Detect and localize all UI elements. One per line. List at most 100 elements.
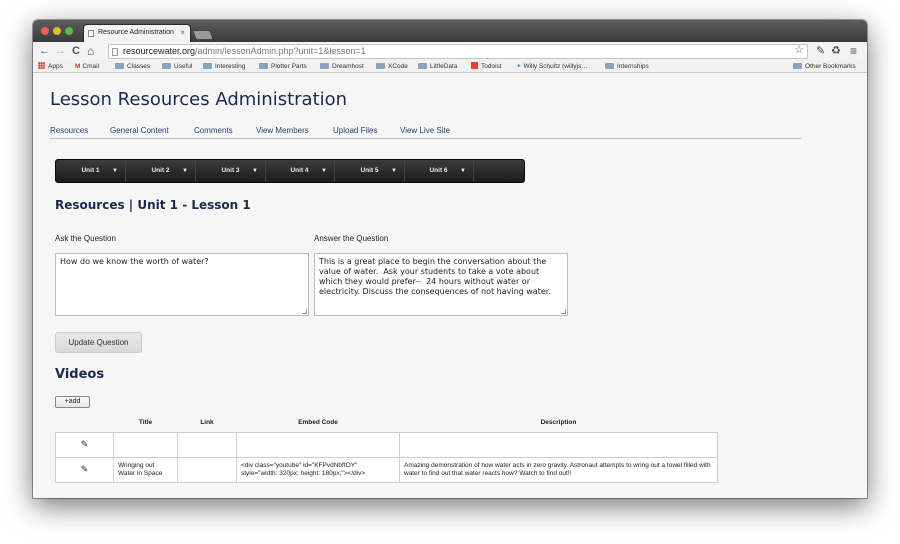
bookmark-dreamhost[interactable]: Dreamhost: [320, 62, 364, 71]
address-bar[interactable]: resourcewater.org/admin/lessonAdmin.php?…: [108, 44, 808, 59]
bookmark-internships[interactable]: Internships: [605, 62, 649, 71]
new-tab-button[interactable]: [192, 30, 214, 40]
unit-1-dropdown[interactable]: Unit 1 ▼: [56, 160, 126, 182]
bookmarks-bar: Apps M Cmail Classes Useful Interesting P…: [33, 60, 867, 73]
unit-5-dropdown[interactable]: Unit 5 ▼: [335, 160, 405, 182]
browser-window: Resource Administration × ← → C ⌂ resour…: [33, 20, 867, 498]
pencil-icon[interactable]: ✎: [81, 464, 89, 473]
caret-down-icon: ▼: [252, 168, 258, 174]
unit-menu-bar: Unit 1 ▼ Unit 2 ▼ Unit 3 ▼ Unit 4 ▼ Unit 5 ▼ …: [55, 159, 525, 183]
bookmark-useful[interactable]: Useful: [162, 62, 192, 71]
folder-icon: [320, 63, 329, 69]
pencil-icon[interactable]: ✎: [81, 439, 89, 448]
close-window-button[interactable]: [41, 27, 49, 35]
column-header-title: Title: [138, 419, 153, 427]
caret-down-icon: ▼: [460, 168, 466, 174]
folder-icon: [115, 63, 124, 69]
caret-down-icon: ▼: [321, 168, 327, 174]
embed-cell: <div class="youtube" id="KFPvdNbftOY" st…: [236, 456, 400, 483]
gmail-icon: M: [75, 63, 81, 70]
menu-icon[interactable]: ≡: [850, 44, 857, 58]
column-header-description: Description: [540, 419, 577, 427]
maximize-window-button[interactable]: [65, 27, 73, 35]
answer-question-value: This is a great place to begin the conve…: [319, 257, 551, 296]
star-icon[interactable]: ☆: [794, 44, 804, 57]
column-header-embed-code: Embed Code: [298, 419, 338, 427]
title-cell: Wringing out Water in Space: [113, 456, 178, 483]
ask-question-label: Ask the Question: [55, 234, 116, 243]
browser-tab[interactable]: Resource Administration ×: [83, 24, 191, 42]
unit-2-dropdown[interactable]: Unit 2 ▼: [126, 160, 196, 182]
bookmark-apps[interactable]: Apps: [38, 62, 63, 71]
nav-comments[interactable]: Comments: [194, 126, 233, 135]
unit-6-dropdown[interactable]: Unit 6 ▼: [404, 160, 474, 182]
nav-general-content[interactable]: General Content: [110, 126, 169, 135]
unit-3-dropdown[interactable]: Unit 3 ▼: [196, 160, 266, 182]
table-row: ✎ Wringing out Water in Space <div class…: [55, 456, 718, 483]
unit-4-dropdown[interactable]: Unit 4 ▼: [265, 160, 335, 182]
nav-view-members[interactable]: View Members: [256, 126, 309, 135]
home-icon[interactable]: ⌂: [87, 44, 94, 58]
bookmark-littledata[interactable]: LittleData: [418, 62, 457, 71]
page-icon: [112, 48, 118, 56]
caret-down-icon: ▼: [391, 168, 397, 174]
videos-table: Title Link Embed Code Description ✎ ✎ Wr…: [55, 414, 718, 483]
nav-resources[interactable]: Resources: [50, 126, 88, 135]
bookmark-xcode[interactable]: XCode: [376, 62, 408, 71]
folder-icon: [259, 63, 268, 69]
link-cell: [177, 431, 237, 458]
url-path: /admin/lessonAdmin.php?unit=1&lesson=1: [195, 46, 366, 56]
ask-question-value: How do we know the worth of water?: [60, 257, 209, 266]
bookmark-other[interactable]: Other Bookmarks: [793, 62, 856, 71]
back-icon[interactable]: ←: [39, 44, 50, 58]
edit-cell: ✎: [55, 456, 114, 483]
top-nav: Resources General Content Comments View …: [50, 126, 801, 139]
add-video-button[interactable]: +add: [55, 396, 90, 408]
reload-icon[interactable]: C: [72, 44, 80, 58]
bookmark-interesting[interactable]: Interesting: [203, 62, 245, 71]
tab-close-icon[interactable]: ×: [180, 25, 185, 41]
nav-view-live-site[interactable]: View Live Site: [400, 126, 450, 135]
table-row: ✎: [55, 431, 718, 458]
bookmark-twitter[interactable]: ✦ Willy Schultz (willyjs…: [516, 62, 588, 71]
caret-down-icon: ▼: [112, 168, 118, 174]
todoist-icon: [471, 62, 478, 69]
bookmark-todoist[interactable]: Todoist: [471, 62, 502, 71]
nav-upload-files[interactable]: Upload Files: [333, 126, 377, 135]
extension-pin-icon[interactable]: ✎: [816, 44, 825, 58]
title-cell: [113, 431, 178, 458]
description-cell: Amazing demonstration of how water acts …: [399, 456, 718, 483]
extension-recycle-icon[interactable]: ♻: [831, 44, 841, 58]
page-icon: [88, 30, 94, 37]
videos-title: Videos: [55, 367, 105, 382]
answer-question-textarea[interactable]: This is a great place to begin the conve…: [314, 253, 568, 316]
minimize-window-button[interactable]: [53, 27, 61, 35]
column-header-edit: [56, 414, 114, 432]
forward-icon[interactable]: →: [55, 44, 66, 58]
folder-icon: [793, 63, 802, 69]
section-title: Resources | Unit 1 - Lesson 1: [55, 198, 251, 212]
link-cell: [177, 456, 237, 483]
apps-grid-icon: [38, 62, 45, 69]
folder-icon: [418, 63, 427, 69]
ask-question-textarea[interactable]: How do we know the worth of water?: [55, 253, 309, 316]
folder-icon: [605, 63, 614, 69]
page-content: Lesson Resources Administration Resource…: [33, 74, 867, 498]
caret-down-icon: ▼: [182, 168, 188, 174]
resize-handle-icon[interactable]: [302, 309, 307, 314]
embed-cell: [236, 431, 400, 458]
title-bar: Resource Administration ×: [33, 20, 867, 42]
tab-title: Resource Administration: [98, 29, 174, 36]
twitter-icon: ✦: [516, 63, 522, 70]
bookmark-cmail[interactable]: M Cmail: [75, 62, 99, 71]
bookmark-plotter-parts[interactable]: Plotter Parts: [259, 62, 307, 71]
bookmark-classes[interactable]: Classes: [115, 62, 150, 71]
update-question-button[interactable]: Update Question: [55, 332, 142, 353]
column-header-link: Link: [200, 419, 214, 427]
folder-icon: [162, 63, 171, 69]
description-cell: [399, 431, 718, 458]
page-title: Lesson Resources Administration: [50, 89, 348, 110]
resize-handle-icon[interactable]: [561, 309, 566, 314]
folder-icon: [203, 63, 212, 69]
answer-question-label: Answer the Question: [314, 234, 389, 243]
